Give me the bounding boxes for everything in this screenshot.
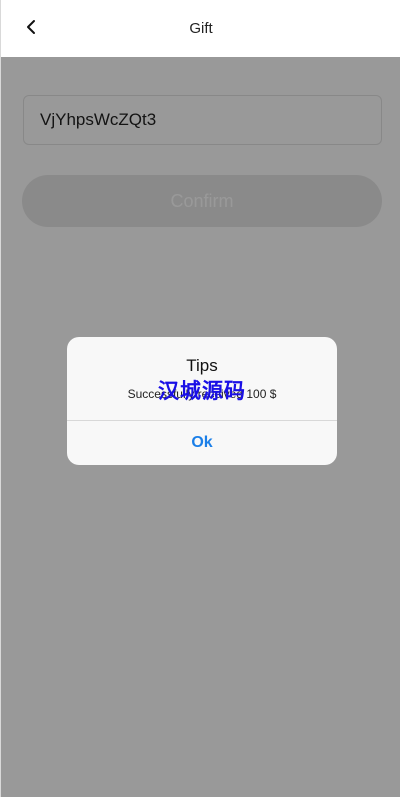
- dialog-title: Tips: [186, 356, 218, 375]
- chevron-left-icon: [24, 19, 38, 40]
- page-title: Gift: [189, 20, 213, 37]
- ok-button[interactable]: Ok: [67, 421, 337, 465]
- tips-dialog: Tips Successfully received 100 $ 汉城源码 Ok: [67, 337, 337, 465]
- back-button[interactable]: [17, 15, 45, 43]
- nav-bar: Gift: [1, 0, 400, 57]
- watermark-text: 汉城源码: [158, 379, 246, 403]
- app-screen: Gift Confirm Tips Successfully received …: [0, 0, 400, 797]
